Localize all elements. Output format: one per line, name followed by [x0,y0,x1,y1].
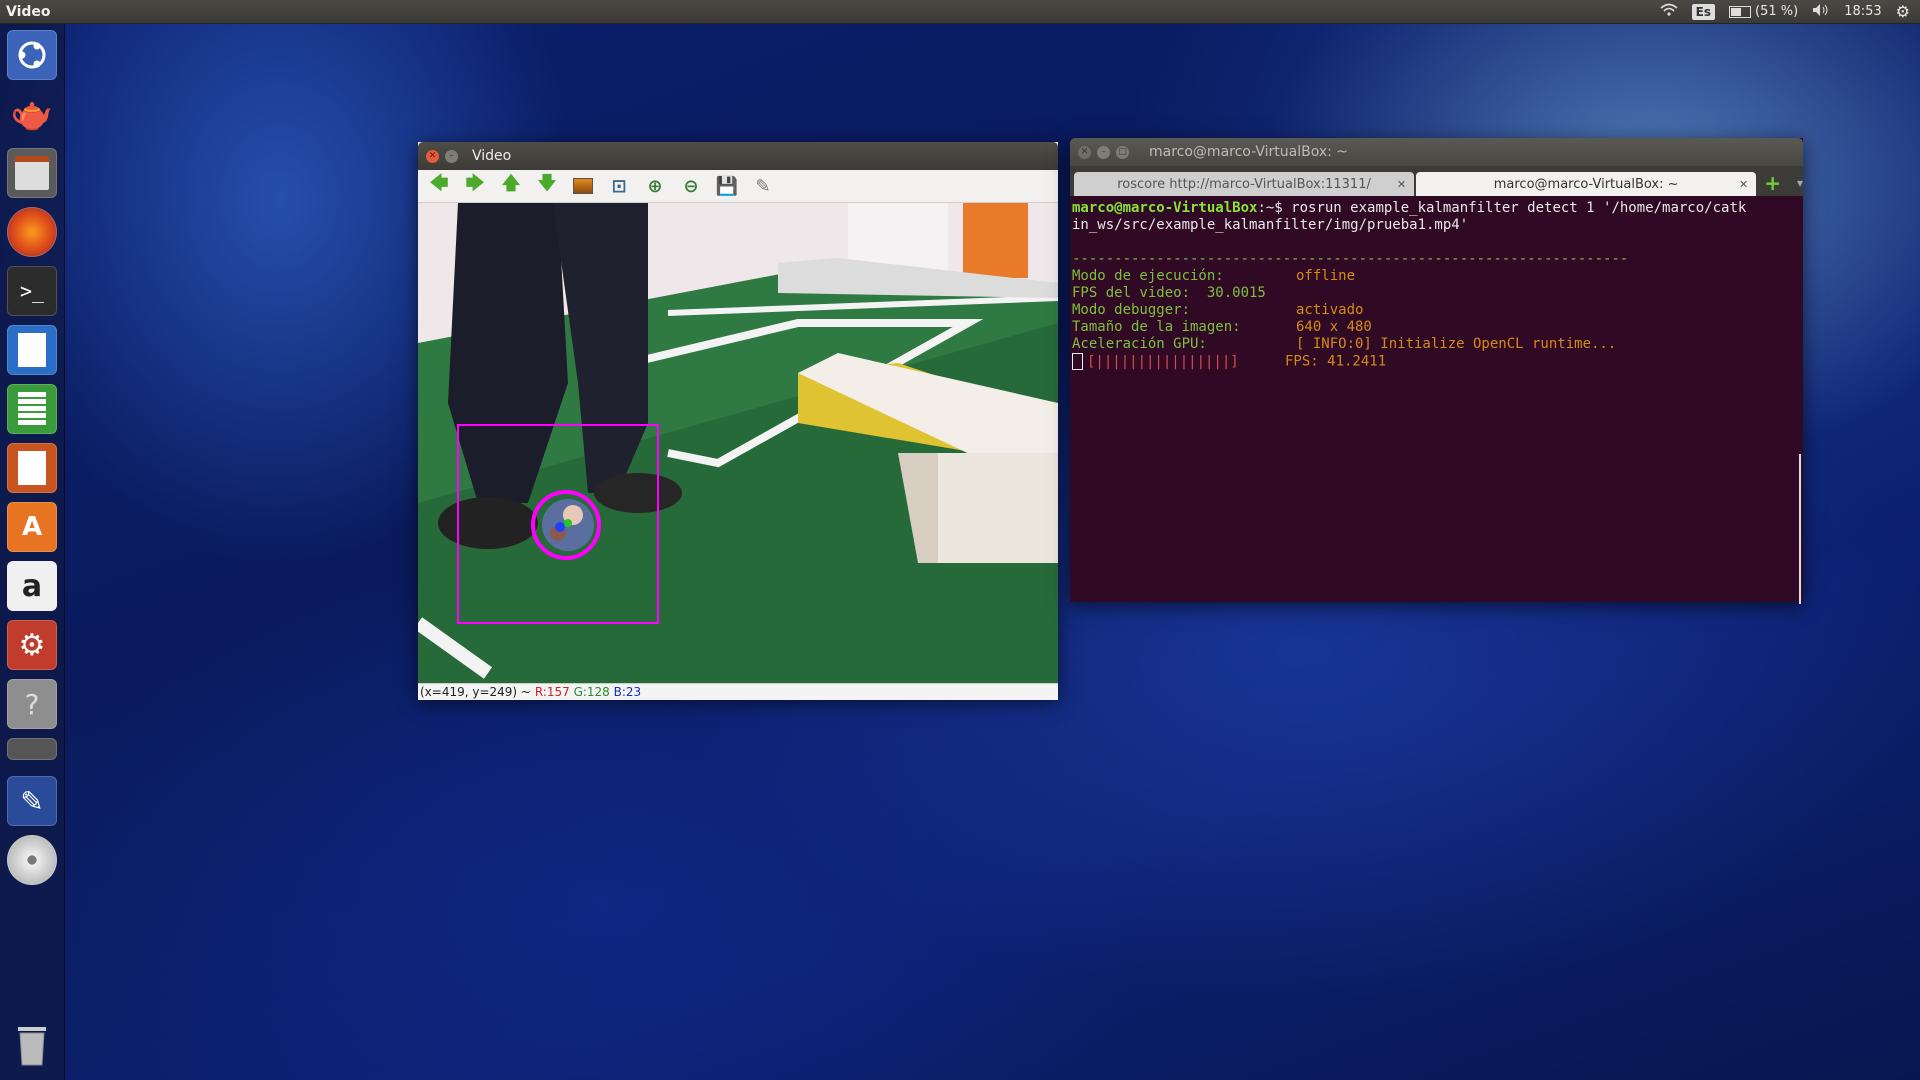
properties-icon[interactable]: ✎ [748,173,778,199]
launcher: 🫖 >_ A a ⚙ ? ✎ [0,24,65,1080]
calc-icon[interactable] [7,384,57,434]
scrollbar[interactable] [1799,454,1801,604]
writer-icon[interactable] [7,325,57,375]
maximize-icon[interactable]: □ [1116,145,1129,159]
clock[interactable]: 18:53 [1844,4,1881,19]
pixel-green: G:128 [573,685,610,699]
prompt: marco@marco-VirtualBox [1072,200,1258,216]
video-frame[interactable] [418,203,1058,683]
separator-line: ----------------------------------------… [1072,251,1629,267]
row-value: offline [1296,268,1356,284]
amazon-icon[interactable]: a [7,561,57,611]
close-icon[interactable]: ✕ [1078,145,1091,159]
battery-icon [1729,5,1752,18]
video-titlebar[interactable]: ✕ – Video [418,142,1058,170]
fps-readout: FPS: 41.2411 [1285,353,1387,370]
arrow-down-icon[interactable]: 🡇 [532,173,562,199]
trash-icon[interactable] [7,1020,57,1070]
progress-bar: [||||||||||||||||] [1087,353,1239,370]
disc-icon[interactable] [7,835,57,885]
video-scene [418,203,1058,683]
close-icon[interactable]: ✕ [426,149,439,163]
teapot-icon[interactable]: 🫖 [7,89,57,139]
zoom-out-icon[interactable]: ⊖ [676,173,706,199]
save-icon[interactable]: 💾 [712,173,742,199]
row-label: Aceleración GPU: [1072,336,1207,352]
minimize-icon[interactable]: – [1097,145,1110,159]
terminal-titlebar[interactable]: ✕ – □ marco@marco-VirtualBox: ~ [1070,138,1803,166]
command-line: :~$ rosrun example_kalmanfilter detect 1… [1257,200,1747,216]
video-window: ✕ – Video 🡄 🡆 🡅 🡇 ⊡ ⊕ ⊖ 💾 ✎ (x=419, y=24… [418,142,1058,700]
arrow-left-icon[interactable]: 🡄 [424,173,454,199]
drive-icon[interactable] [7,738,57,760]
wifi-icon[interactable] [1660,3,1678,21]
row-label: FPS del video: 30.0015 [1072,285,1266,301]
cursor-coords: (x=419, y=249) ~ [420,685,531,699]
row-label: Modo de ejecución: [1072,268,1224,284]
gear-icon[interactable]: ⚙ [1896,2,1910,21]
zoom-fit-icon[interactable]: ⊡ [604,173,634,199]
row-label: Modo debugger: [1072,302,1191,318]
measured-center-point [564,519,572,527]
arrow-right-icon[interactable]: 🡆 [460,173,490,199]
impress-icon[interactable] [7,443,57,493]
ubuntu-dash-icon[interactable] [7,30,57,80]
firefox-icon[interactable] [7,207,57,257]
battery-indicator[interactable]: (51 %) [1729,4,1798,19]
terminal-tab-bar: roscore http://marco-VirtualBox:11311/ ✕… [1070,166,1803,196]
command-line-continued: in_ws/src/example_kalmanfilter/img/prueb… [1072,217,1469,233]
system-settings-icon[interactable]: ⚙ [7,620,57,670]
video-status-line: (x=419, y=249) ~ R:157 G:128 B:23 [418,683,1058,700]
terminal-window: ✕ – □ marco@marco-VirtualBox: ~ roscore … [1070,138,1803,604]
minimize-icon[interactable]: – [445,149,458,163]
active-app-title: Video [6,3,51,20]
window-title: marco@marco-VirtualBox: ~ [1149,144,1349,160]
indicator-area: Es (51 %) 18:53 ⚙ [1660,2,1920,21]
top-panel: Video Es (51 %) 18:53 ⚙ [0,0,1920,24]
volume-icon[interactable] [1812,3,1830,21]
row-value: 640 x 480 [1296,319,1372,335]
terminal-output[interactable]: marco@marco-VirtualBox:~$ rosrun example… [1070,196,1803,604]
terminal-icon[interactable]: >_ [7,266,57,316]
tab-label: roscore http://marco-VirtualBox:11311/ [1117,176,1371,192]
keyboard-layout-indicator[interactable]: Es [1691,3,1716,20]
row-label: Tamaño de la imagen: [1072,319,1241,335]
video-toolbar: 🡄 🡆 🡅 🡇 ⊡ ⊕ ⊖ 💾 ✎ [418,170,1058,203]
software-center-icon[interactable]: A [7,502,57,552]
arrow-up-icon[interactable]: 🡅 [496,173,526,199]
tab-label: marco@marco-VirtualBox: ~ [1493,176,1679,192]
window-title: Video [472,148,512,164]
pixel-red: R:157 [534,685,570,699]
battery-percent: (51 %) [1755,4,1799,19]
tab-marco-home[interactable]: marco@marco-VirtualBox: ~ ✕ [1416,172,1757,196]
chevron-down-icon[interactable]: ▾ [1797,170,1803,196]
close-tab-icon[interactable]: ✕ [1397,178,1406,191]
pixel-blue: B:23 [613,685,642,699]
kalman-center-point [555,522,565,532]
tab-roscore[interactable]: roscore http://marco-VirtualBox:11311/ ✕ [1074,172,1415,196]
cursor-block [1072,353,1083,370]
help-icon[interactable]: ? [7,679,57,729]
row-value: [ INFO:0] Initialize OpenCL runtime... [1296,336,1617,352]
zoom-in-icon[interactable]: ⊕ [640,173,670,199]
text-editor-icon[interactable]: ✎ [7,776,57,826]
new-tab-icon[interactable]: + [1764,170,1781,196]
row-value: activado [1296,302,1364,318]
close-tab-icon[interactable]: ✕ [1739,178,1748,191]
image-icon[interactable] [568,173,598,199]
files-icon[interactable] [7,148,57,198]
